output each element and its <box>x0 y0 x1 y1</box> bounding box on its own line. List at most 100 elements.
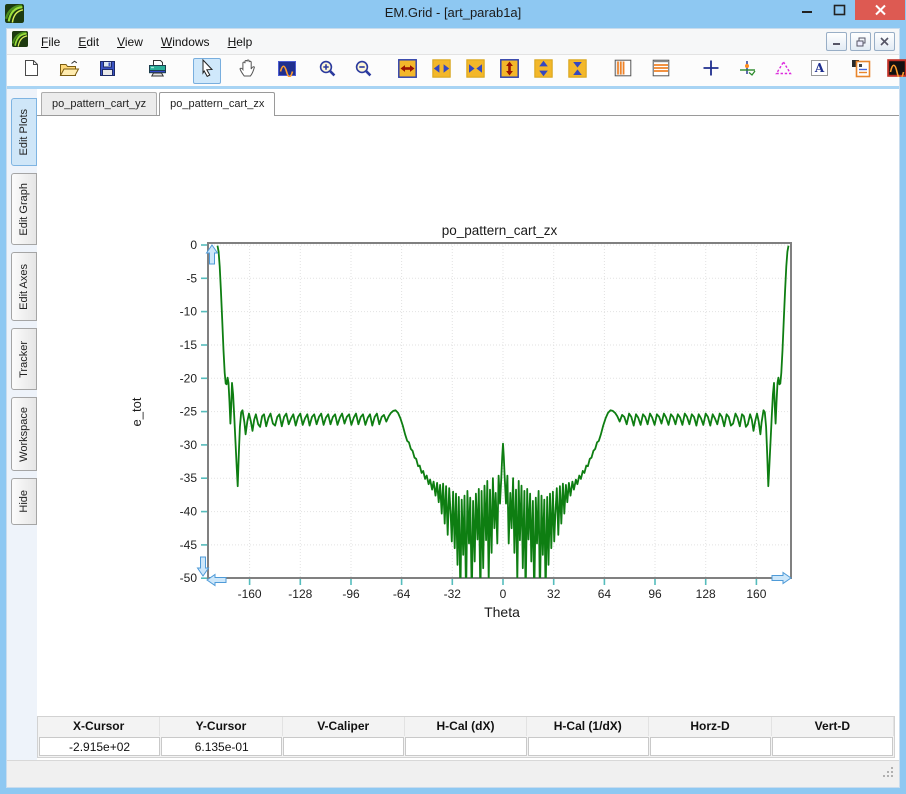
sidebar-tab-edit-axes[interactable]: Edit Axes <box>11 252 37 321</box>
pan-hand-icon <box>238 59 256 82</box>
axes-marker-button[interactable] <box>733 58 761 84</box>
menubar: File Edit View Windows Help <box>7 29 899 55</box>
legend-button[interactable] <box>847 58 875 84</box>
x-tick-label: -96 <box>342 587 360 601</box>
y-tick-label: -35 <box>180 471 198 485</box>
chart-canvas: -160 -128 -96 -64 -32 0 32 64 96 128 160 0 -5 -10 -15 -… <box>37 116 899 714</box>
expand-x-icon <box>397 58 417 83</box>
new-document-icon <box>23 59 40 82</box>
zoom-out-button[interactable] <box>349 58 377 84</box>
save-button[interactable] <box>93 58 121 84</box>
stripes-horizontal-button[interactable] <box>647 58 675 84</box>
text-label-button[interactable]: A <box>805 58 833 84</box>
stripes-vertical-icon <box>614 59 632 82</box>
save-icon <box>99 60 116 82</box>
menu-view[interactable]: View <box>108 29 152 54</box>
sidebar-tab-label: Edit Graph <box>18 182 30 236</box>
arrows-y-in-button[interactable] <box>563 58 591 84</box>
sidebar-tab-hide[interactable]: Hide <box>11 478 37 525</box>
toolbar: ALayout▾ <box>7 55 906 89</box>
x-cursor-left-arrow[interactable] <box>206 573 227 587</box>
sidebar-tab-edit-graph[interactable]: Edit Graph <box>11 173 37 245</box>
crosshair-icon <box>702 59 720 82</box>
y-tick-label: -45 <box>180 538 198 552</box>
axes-marker-icon <box>738 59 757 82</box>
y-tick-label: -30 <box>180 438 198 452</box>
trace-single-button[interactable] <box>883 58 906 84</box>
chart-title: po_pattern_cart_zx <box>442 223 558 238</box>
doc-tab-po_pattern_cart_zx[interactable]: po_pattern_cart_zx <box>159 92 276 116</box>
menu-help[interactable]: Help <box>219 29 262 54</box>
status-value-cell <box>527 737 649 756</box>
document-logo-icon <box>11 31 28 52</box>
mdi-restore-button[interactable] <box>850 32 871 51</box>
close-icon <box>874 4 886 16</box>
mdi-minimize-button[interactable] <box>826 32 847 51</box>
resize-grip-icon[interactable] <box>882 766 895 784</box>
stripes-horizontal-icon <box>652 59 670 82</box>
doc-tab-po_pattern_cart_yz[interactable]: po_pattern_cart_yz <box>41 92 158 115</box>
sidebar: Edit Plots Edit Graph Edit Axes Tracker Work… <box>7 89 37 760</box>
arrows-x-in-button[interactable] <box>461 58 489 84</box>
crosshair-button[interactable] <box>697 58 725 84</box>
y-tick-label: -10 <box>180 305 198 319</box>
x-axis-label: Theta <box>484 604 520 620</box>
titlebar[interactable]: EM.Grid - [art_parab1a] <box>0 0 906 28</box>
menu-file[interactable]: File <box>32 29 69 54</box>
status-value-cell <box>283 737 405 756</box>
x-tick-label: 96 <box>648 587 662 601</box>
plot-area[interactable] <box>207 242 792 579</box>
app-window: EM.Grid - [art_parab1a] File Edit View Wind… <box>0 0 906 794</box>
menu-windows[interactable]: Windows <box>152 29 219 54</box>
sidebar-tab-tracker[interactable]: Tracker <box>11 328 37 390</box>
y-axis-label: e_tot <box>129 397 144 426</box>
status-value-cell <box>649 737 771 756</box>
maximize-button[interactable] <box>823 0 855 20</box>
sidebar-tab-label: Workspace <box>18 406 30 462</box>
zoom-in-button[interactable] <box>313 58 341 84</box>
arrows-x-in-icon <box>465 58 485 83</box>
minimize-button[interactable] <box>791 0 823 20</box>
y-tick-label: -15 <box>180 338 198 352</box>
select-cursor-button[interactable] <box>193 57 221 84</box>
sidebar-tab-edit-plots[interactable]: Edit Plots <box>11 98 37 166</box>
x-tick-label: 64 <box>598 587 612 601</box>
x-tick-label: -160 <box>238 587 262 601</box>
skew-triangle-button[interactable] <box>769 58 797 84</box>
x-tick-label: 32 <box>547 587 561 601</box>
open-file-button[interactable] <box>55 58 83 84</box>
stripes-vertical-button[interactable] <box>609 58 637 84</box>
close-button[interactable] <box>855 0 905 20</box>
x-tick-label: 160 <box>746 587 766 601</box>
mdi-window-controls <box>826 32 895 51</box>
status-value-cell <box>405 737 527 756</box>
document-tabs: po_pattern_cart_yz po_pattern_cart_zx <box>37 89 899 116</box>
x-tick-label: -64 <box>393 587 411 601</box>
expand-x-button[interactable] <box>393 58 421 84</box>
y-tick-label: -40 <box>180 505 198 519</box>
sidebar-tab-label: Edit Plots <box>18 108 30 156</box>
arrows-x-out-button[interactable] <box>427 58 455 84</box>
menu-edit[interactable]: Edit <box>69 29 108 54</box>
arrows-y-out-icon <box>533 58 553 83</box>
y-cursor-bottom-arrow[interactable] <box>196 556 210 577</box>
zoom-plot-button[interactable] <box>273 58 301 84</box>
arrows-y-out-button[interactable] <box>529 58 557 84</box>
trace-single-icon <box>887 59 906 82</box>
x-cursor-right-arrow[interactable] <box>771 571 792 585</box>
status-value-cell: 6.135e-01 <box>161 737 283 756</box>
skew-triangle-icon <box>774 59 793 82</box>
new-document-button[interactable] <box>17 58 45 84</box>
sidebar-tab-label: Edit Axes <box>18 263 30 310</box>
x-tick-label: 0 <box>500 587 507 601</box>
mdi-close-button[interactable] <box>874 32 895 51</box>
sidebar-tab-label: Hide <box>18 490 30 513</box>
print-icon <box>148 59 167 82</box>
expand-y-button[interactable] <box>495 58 523 84</box>
print-button[interactable] <box>143 58 171 84</box>
client-area: FileEditViewWindowsHelp ALayout▾ Edit Pl… <box>6 28 906 788</box>
zoom-in-icon <box>318 59 337 83</box>
sidebar-tab-workspace[interactable]: Workspace <box>11 397 37 471</box>
pan-hand-button[interactable] <box>233 58 261 84</box>
zoom-plot-icon <box>277 60 297 82</box>
